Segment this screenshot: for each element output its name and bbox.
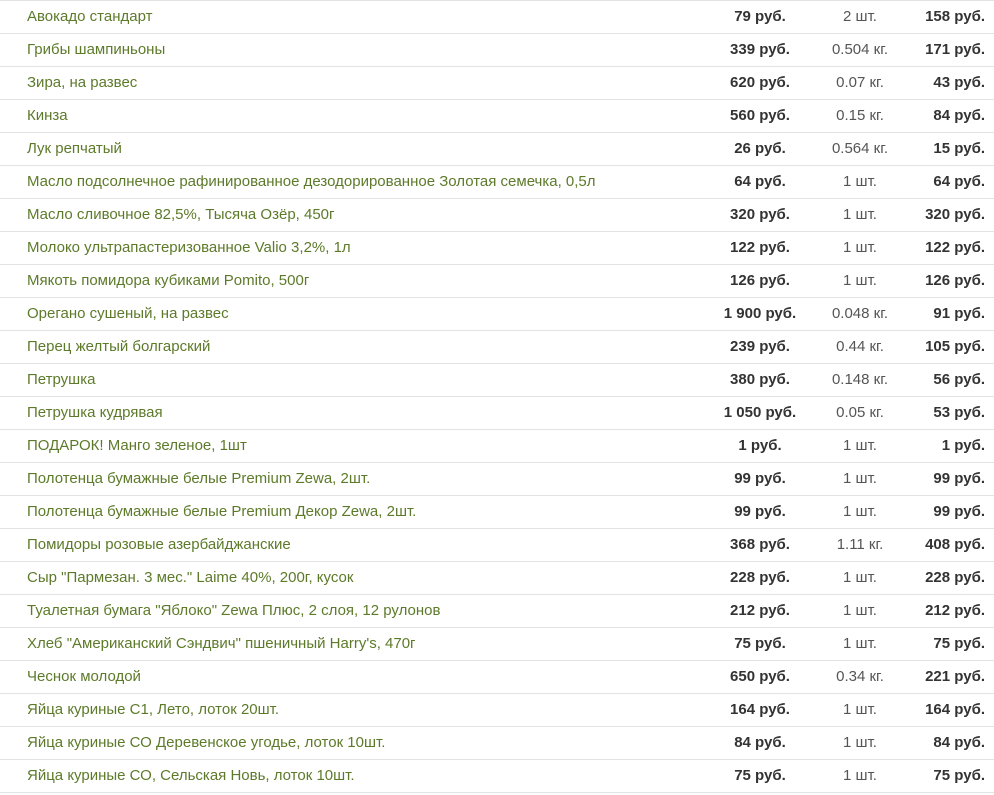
line-total: 164 руб. [925, 701, 985, 718]
line-total: 75 руб. [933, 767, 985, 784]
product-name-link[interactable]: Кинза [27, 100, 707, 132]
product-name-link[interactable]: Сыр "Пармезан. 3 мес." Laime 40%, 200г, … [27, 562, 707, 594]
line-total: 91 руб. [933, 305, 985, 322]
table-row: Перец желтый болгарский 239 руб. 0.44 кг… [0, 331, 994, 364]
table-row: Авокадо стандарт 79 руб. 2 шт. 158 руб. [0, 0, 994, 34]
product-name-link[interactable]: Масло подсолнечное рафинированное дезодо… [27, 166, 707, 198]
line-total: 43 руб. [933, 74, 985, 91]
product-name-link[interactable]: Петрушка [27, 364, 707, 396]
table-row: Петрушка кудрявая 1 050 руб. 0.05 кг. 53… [0, 397, 994, 430]
line-total: 1 руб. [941, 437, 985, 454]
line-total: 15 руб. [933, 140, 985, 157]
product-name-link[interactable]: Грибы шампиньоны [27, 34, 707, 66]
product-name-link[interactable]: Яйца куриные СО, Сельская Новь, лоток 10… [27, 760, 707, 792]
product-name-link[interactable]: Туалетная бумага "Яблоко" Zewa Плюс, 2 с… [27, 595, 707, 627]
line-total: 171 руб. [925, 41, 985, 58]
product-name-link[interactable]: Полотенца бумажные белые Premium Декор Z… [27, 496, 707, 528]
product-name-link[interactable]: Яйца куриные С1, Лето, лоток 20шт. [27, 694, 707, 726]
table-row: Молоко ультрапастеризованное Valio 3,2%,… [0, 232, 994, 265]
line-total: 105 руб. [925, 338, 985, 355]
table-row: Петрушка 380 руб. 0.148 кг. 56 руб. [0, 364, 994, 397]
product-name-link[interactable]: Авокадо стандарт [27, 1, 707, 33]
table-row: Яйца куриные СО, Сельская Новь, лоток 10… [0, 760, 994, 793]
line-total: 122 руб. [925, 239, 985, 256]
product-name-link[interactable]: Молоко ультрапастеризованное Valio 3,2%,… [27, 232, 707, 264]
product-name-link[interactable]: Полотенца бумажные белые Premium Zewa, 2… [27, 463, 707, 495]
product-name-link[interactable]: Петрушка кудрявая [27, 397, 707, 429]
product-name-link[interactable]: Хлеб "Американский Сэндвич" пшеничный Ha… [27, 628, 707, 660]
line-total: 75 руб. [933, 635, 985, 652]
product-name-link[interactable]: ПОДАРОК! Манго зеленое, 1шт [27, 430, 707, 462]
line-total: 64 руб. [933, 173, 985, 190]
line-total: 320 руб. [925, 206, 985, 223]
table-row: Хлеб "Американский Сэндвич" пшеничный Ha… [0, 628, 994, 661]
line-total: 126 руб. [925, 272, 985, 289]
product-name-link[interactable]: Яйца куриные СО Деревенское угодье, лото… [27, 727, 707, 759]
table-row: Чеснок молодой 650 руб. 0.34 кг. 221 руб… [0, 661, 994, 694]
table-row: Яйца куриные С1, Лето, лоток 20шт. 164 р… [0, 694, 994, 727]
table-row: Мякоть помидора кубиками Pomito, 500г 12… [0, 265, 994, 298]
order-items-table: Авокадо стандарт 79 руб. 2 шт. 158 руб. … [0, 0, 994, 795]
product-name-link[interactable]: Зира, на развес [27, 67, 707, 99]
table-row: Туалетная бумага "Яблоко" Zewa Плюс, 2 с… [0, 595, 994, 628]
table-row: Масло сливочное 82,5%, Тысяча Озёр, 450г… [0, 199, 994, 232]
product-name-link[interactable]: Орегано сушеный, на развес [27, 298, 707, 330]
line-total: 221 руб. [925, 668, 985, 685]
table-row: Помидоры розовые азербайджанские 368 руб… [0, 529, 994, 562]
product-name-link[interactable]: Лук репчатый [27, 133, 707, 165]
table-row: Орегано сушеный, на развес 1 900 руб. 0.… [0, 298, 994, 331]
table-row: Полотенца бумажные белые Premium Декор Z… [0, 496, 994, 529]
product-name-link[interactable]: Чеснок молодой [27, 661, 707, 693]
table-row: Яйца куриные СО Деревенское угодье, лото… [0, 727, 994, 760]
line-total: 99 руб. [933, 470, 985, 487]
line-total: 56 руб. [933, 371, 985, 388]
product-name-link[interactable]: Мякоть помидора кубиками Pomito, 500г [27, 265, 707, 297]
table-row: Масло подсолнечное рафинированное дезодо… [0, 166, 994, 199]
table-row: Кинза 560 руб. 0.15 кг. 84 руб. [0, 100, 994, 133]
table-row: Сыр "Пармезан. 3 мес." Laime 40%, 200г, … [0, 562, 994, 595]
line-total: 158 руб. [925, 8, 985, 25]
product-name-link[interactable]: Перец желтый болгарский [27, 331, 707, 363]
product-name-link[interactable]: Масло сливочное 82,5%, Тысяча Озёр, 450г [27, 199, 707, 231]
line-total: 84 руб. [933, 107, 985, 124]
line-total: 212 руб. [925, 602, 985, 619]
table-row: Грибы шампиньоны 339 руб. 0.504 кг. 171 … [0, 34, 994, 67]
product-name-link[interactable]: Помидоры розовые азербайджанские [27, 529, 707, 561]
line-total: 84 руб. [933, 734, 985, 751]
table-row: Зира, на развес 620 руб. 0.07 кг. 43 руб… [0, 67, 994, 100]
table-row: Лук репчатый 26 руб. 0.564 кг. 15 руб. [0, 133, 994, 166]
line-total: 408 руб. [925, 536, 985, 553]
line-total: 99 руб. [933, 503, 985, 520]
line-total: 53 руб. [933, 404, 985, 421]
line-total: 228 руб. [925, 569, 985, 586]
table-row: Полотенца бумажные белые Premium Zewa, 2… [0, 463, 994, 496]
table-row: ПОДАРОК! Манго зеленое, 1шт 1 руб. 1 шт.… [0, 430, 994, 463]
